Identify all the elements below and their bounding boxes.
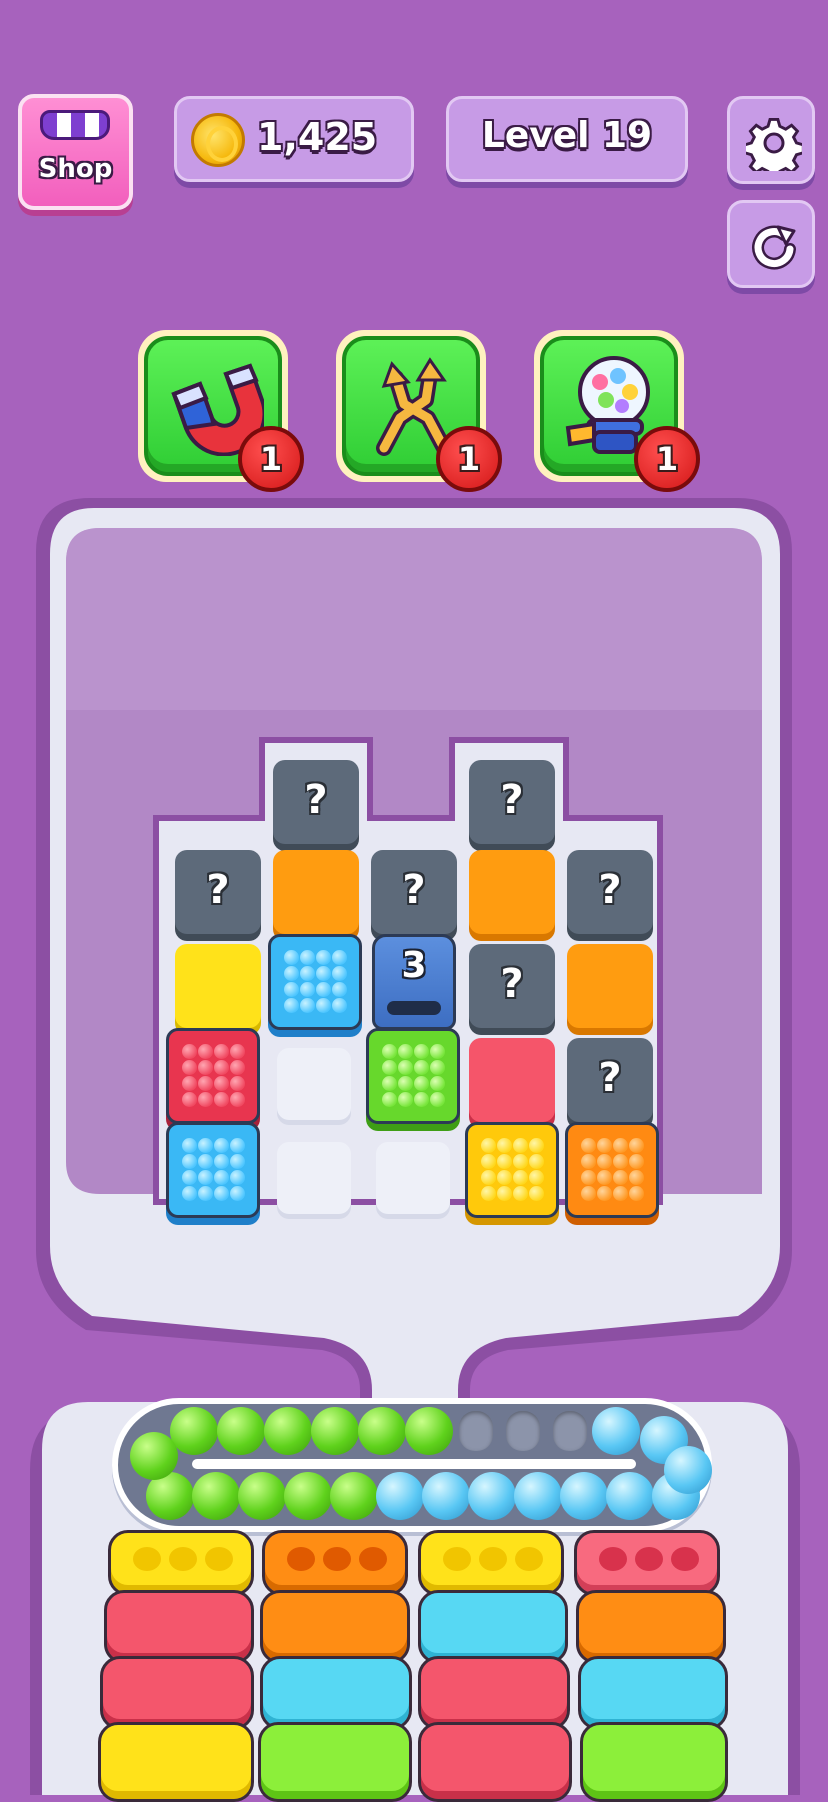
rose-tray[interactable] — [574, 1530, 720, 1596]
empty-ball-slot — [553, 1411, 587, 1451]
blue-ball — [468, 1472, 516, 1520]
orange-block[interactable] — [567, 944, 653, 1028]
booster-magnet[interactable]: 1 — [138, 330, 304, 492]
empty-cell — [277, 1142, 351, 1214]
cyan-tray[interactable] — [578, 1656, 728, 1730]
orange-ball-block[interactable] — [565, 1122, 659, 1218]
ball-dispenser[interactable]: 3 — [372, 934, 456, 1030]
red-block[interactable] — [469, 1038, 555, 1122]
restart-button[interactable] — [727, 200, 815, 288]
orange-tray[interactable] — [576, 1590, 726, 1664]
orange-block[interactable] — [273, 850, 359, 934]
conveyor-divider — [192, 1459, 636, 1469]
coin-counter: 1,425 — [174, 96, 414, 182]
yellow-tray[interactable] — [98, 1722, 254, 1802]
shop-button[interactable]: Shop — [18, 94, 133, 210]
green-ball — [330, 1472, 378, 1520]
green-tray[interactable] — [580, 1722, 728, 1802]
booster-shuffle[interactable]: 1 — [336, 330, 502, 492]
hidden-tile[interactable]: ? — [567, 1038, 653, 1122]
booster-gumball[interactable]: 1 — [534, 330, 700, 492]
blue-ball — [514, 1472, 562, 1520]
orange-tray[interactable] — [260, 1590, 410, 1664]
blue-ball — [422, 1472, 470, 1520]
booster-shuffle-count: 1 — [436, 426, 502, 492]
red-ball-block[interactable] — [166, 1028, 260, 1124]
yellow-tray[interactable] — [418, 1530, 564, 1596]
blue-ball — [376, 1472, 424, 1520]
shop-stall-icon — [40, 110, 110, 140]
green-ball — [405, 1407, 453, 1455]
empty-cell — [277, 1048, 351, 1120]
cyan-tray[interactable] — [260, 1656, 412, 1730]
green-ball-block[interactable] — [366, 1028, 460, 1124]
hidden-tile[interactable]: ? — [469, 944, 555, 1028]
coin-amount: 1,425 — [257, 115, 378, 159]
cyan-tray[interactable] — [418, 1590, 568, 1664]
empty-ball-slot — [506, 1411, 540, 1451]
green-ball — [311, 1407, 359, 1455]
yellow-block[interactable] — [175, 944, 261, 1028]
red-tray[interactable] — [100, 1656, 254, 1730]
blue-ball — [664, 1446, 712, 1494]
hidden-tile[interactable]: ? — [469, 760, 555, 844]
booster-magnet-count: 1 — [238, 426, 304, 492]
dispenser-count: 3 — [401, 945, 427, 986]
settings-button[interactable] — [727, 96, 815, 184]
green-ball — [192, 1472, 240, 1520]
blue-ball — [592, 1407, 640, 1455]
green-ball — [284, 1472, 332, 1520]
green-ball — [358, 1407, 406, 1455]
level-label: Level 19 — [481, 115, 653, 156]
green-ball — [217, 1407, 265, 1455]
shop-label: Shop — [38, 154, 113, 184]
green-ball — [238, 1472, 286, 1520]
red-tray[interactable] — [418, 1656, 570, 1730]
yellow-tray[interactable] — [108, 1530, 254, 1596]
gear-icon — [746, 117, 802, 171]
coin-icon — [191, 113, 245, 167]
hidden-tile[interactable]: ? — [371, 850, 457, 934]
green-ball — [130, 1432, 178, 1480]
orange-tray[interactable] — [262, 1530, 408, 1596]
hidden-tile[interactable]: ? — [273, 760, 359, 844]
green-ball — [170, 1407, 218, 1455]
empty-cell — [376, 1142, 450, 1214]
restart-icon — [752, 225, 796, 270]
red-tray[interactable] — [104, 1590, 254, 1664]
yellow-ball-block[interactable] — [465, 1122, 559, 1218]
blue-ball-block[interactable] — [166, 1122, 260, 1218]
empty-ball-slot — [459, 1411, 493, 1451]
level-indicator: Level 19 — [446, 96, 688, 182]
green-tray[interactable] — [258, 1722, 412, 1802]
booster-gumball-count: 1 — [634, 426, 700, 492]
blue-ball — [560, 1472, 608, 1520]
green-ball — [264, 1407, 312, 1455]
dispenser-slot — [387, 1001, 441, 1015]
orange-block[interactable] — [469, 850, 555, 934]
hidden-tile[interactable]: ? — [175, 850, 261, 934]
red-tray[interactable] — [418, 1722, 572, 1802]
hidden-tile[interactable]: ? — [567, 850, 653, 934]
blue-ball-block[interactable] — [268, 934, 362, 1030]
blue-ball — [606, 1472, 654, 1520]
